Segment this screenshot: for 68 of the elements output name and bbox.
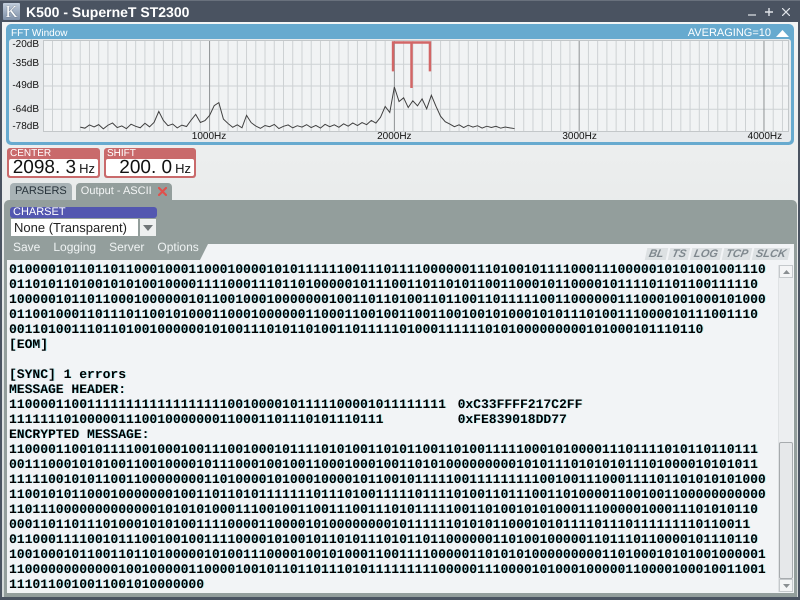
output-line: 1001000101100110110100000101001110000100101000110011110000011010101000000000110100010101001000001 — [9, 547, 766, 562]
output-line: 0100001011011011000100011000100001010111111001110111100000011101001011110001110000010101001001110 — [9, 262, 766, 277]
output-line: 011010110100101010010000111100011101101000001011100110110101100110001011000010111101101100111110 — [9, 277, 758, 292]
app-logo: K — [3, 3, 20, 20]
toggle-button[interactable]: BL — [645, 248, 668, 260]
tab[interactable]: PARSERS — [10, 183, 72, 200]
field-label: SHIFT — [106, 148, 137, 159]
panel-title: FFT Window — [11, 28, 68, 38]
triangle-up-icon[interactable] — [776, 30, 789, 36]
triangle-up-icon — [782, 270, 790, 274]
y-axis-label: -35dB — [12, 58, 39, 69]
output-line: MESSAGE HEADER: — [9, 382, 126, 397]
caret-down-icon — [143, 224, 153, 230]
section-header: CHARSET — [10, 207, 157, 218]
x-axis-label: 1000Hz — [192, 132, 226, 142]
menu-item[interactable]: Logging — [53, 240, 96, 254]
output-line: 011001000110111011001010001100010000001100011001001100110010010100010101110100111000010111001110 — [9, 307, 758, 322]
output-line: 110000110010111100100010011100100010111101010011010110011010011111000101000011101111010110110111 — [9, 442, 758, 457]
field-value: 2098. 3 — [12, 159, 76, 176]
field-value: 200. 0 — [119, 159, 172, 176]
menu-item[interactable]: Save — [13, 240, 40, 254]
tuning-marker[interactable] — [392, 41, 432, 90]
window-title: K500 - SuperneT ST2300 — [26, 4, 190, 20]
x-axis-label: 4000Hz — [748, 132, 782, 142]
output-line: 110111000000000000010101010001110010011001110011101011111001101001010100011100000100011101010110 — [9, 502, 758, 517]
output-line: 1100000000000010010000011000010010110110111010111111111000001110000101000100000110000100010011001 — [9, 562, 766, 577]
output-line: 011000111100101110010010011110000101001011010111010110110000001101001000001101110110000101110110 — [9, 532, 758, 547]
output-line: 00110100111011010010000001010011101011010011011111010001111110101000000000101000101110110 — [9, 322, 704, 337]
bit-string: 11000011001111111111111111110010000101111100001011111111 — [9, 397, 446, 412]
x-axis-label: 2000Hz — [377, 132, 412, 142]
toggle-button[interactable]: TS — [668, 248, 690, 260]
y-axis-label: -78dB — [12, 122, 39, 132]
scrollbar-thumb[interactable] — [779, 442, 793, 579]
hex-value: 0xFE839018DD77 — [458, 412, 567, 427]
charset-select[interactable]: None (Transparent) — [11, 219, 138, 236]
output-line: 001110001010100110010000101110001001001100010001001101010000000001010111010101011101000010101011 — [9, 457, 758, 472]
field-label: CENTER — [9, 148, 52, 159]
triangle-down-icon — [782, 584, 790, 588]
output-line: 1100101011000100000001001101101011111110111010011111011110100110111001101000011001001100000000000 — [9, 487, 766, 502]
averaging-label: AVERAGING=10 — [688, 28, 771, 38]
scroll-up-button[interactable] — [779, 265, 793, 278]
unit-label: Hz — [175, 161, 191, 176]
y-axis-label: -49dB — [12, 81, 39, 91]
frequency-field[interactable]: 200. 0 Hz — [106, 159, 194, 176]
output-line: 1111100101011001100000000110100001010001000010110010111110011111111100100111000111101101010101000 — [9, 472, 766, 487]
tab[interactable]: Output - ASCII — [76, 183, 172, 200]
y-axis-label: -64dB — [12, 104, 39, 115]
output-line: 1110110010011001010000000 — [9, 577, 204, 592]
toggle-button[interactable]: TCP — [722, 248, 752, 260]
hex-value: 0xC33FFFF217C2FF — [458, 397, 582, 412]
plus-icon[interactable] — [765, 8, 773, 16]
output-line: [EOM] — [9, 337, 48, 352]
output-line: 00011011011101000101010011110000110000101000000001011111101010110001010111101110111111110110011 — [9, 517, 750, 532]
toggle-button[interactable]: SLCK — [752, 248, 790, 260]
scrollbar[interactable] — [778, 265, 793, 592]
menu-item[interactable]: Options — [157, 240, 199, 254]
output-line: ENCRYPTED MESSAGE: — [9, 427, 150, 442]
toggle-button[interactable]: LOG — [690, 248, 722, 260]
x-axis-label: 3000Hz — [562, 132, 597, 142]
unit-label: Hz — [79, 161, 95, 176]
scroll-down-button[interactable] — [779, 579, 793, 592]
output-line: 1000001011011000100000010110010001000000010011011010011011001101111100110000001110001001000101000 — [9, 292, 766, 307]
bit-string: 111111101000001110010000000110001101110101110111 — [9, 412, 384, 427]
frequency-field[interactable]: 2098. 3 Hz — [9, 159, 98, 176]
output-line: [SYNC] 1 errors — [9, 367, 126, 382]
menu-item[interactable]: Server — [109, 240, 144, 254]
y-axis-label: -20dB — [12, 40, 39, 50]
dropdown-button[interactable] — [140, 219, 156, 236]
